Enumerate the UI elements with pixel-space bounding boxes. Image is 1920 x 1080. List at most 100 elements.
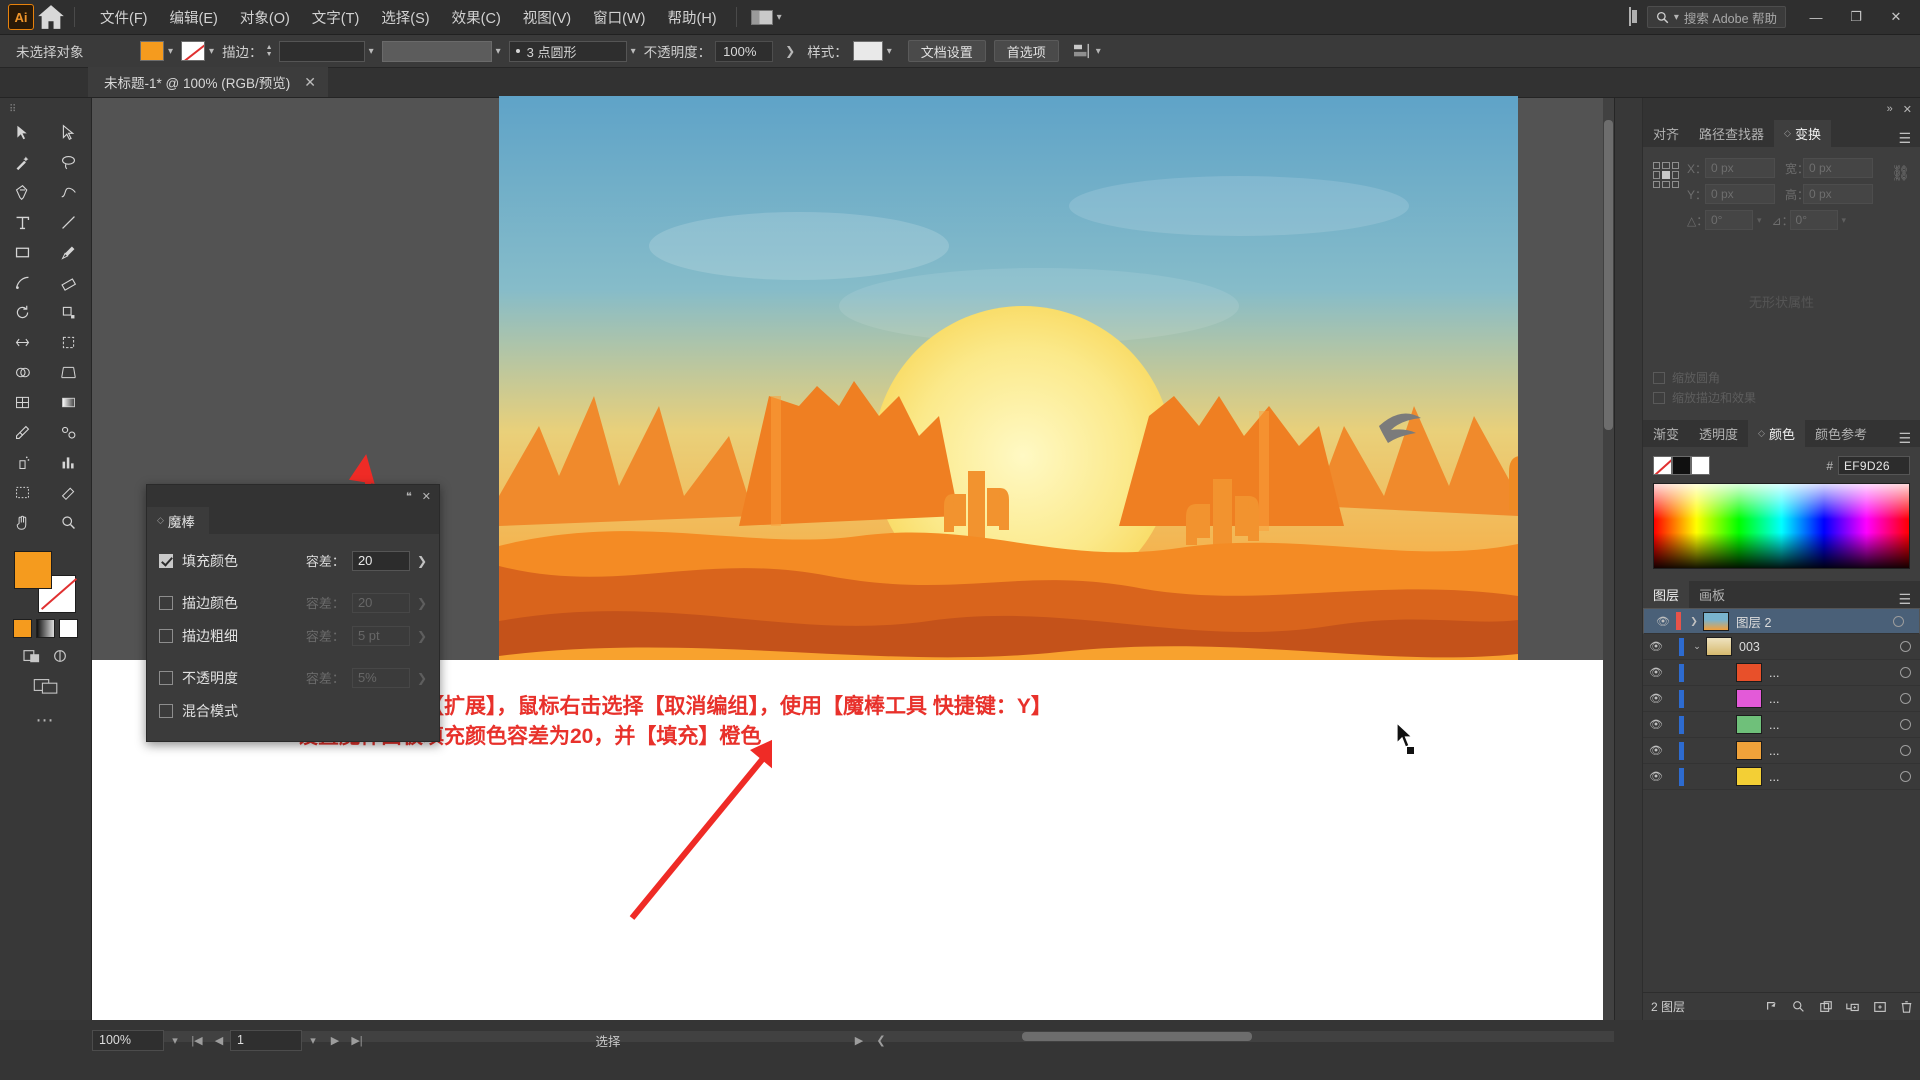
paintbrush-tool[interactable]: [46, 237, 92, 267]
tab-color[interactable]: ◇ 颜色: [1748, 420, 1805, 447]
tolerance-slider-arrow-fill[interactable]: ❯: [417, 554, 427, 568]
panel-collapse-icon[interactable]: »: [1887, 103, 1893, 115]
menu-help[interactable]: 帮助(H): [656, 3, 727, 32]
hex-input[interactable]: EF9D26: [1838, 456, 1910, 475]
line-segment-tool[interactable]: [46, 207, 92, 237]
tab-color-guide[interactable]: 颜色参考: [1805, 420, 1877, 447]
delete-layer-icon[interactable]: [1893, 993, 1920, 1021]
vertical-scrollbar-thumb[interactable]: [1604, 120, 1613, 430]
rectangle-tool[interactable]: [0, 237, 46, 267]
row-fill-color[interactable]: 填充颜色 容差： 20 ❯: [159, 544, 427, 577]
free-transform-tool[interactable]: [46, 327, 92, 357]
rotate-tool[interactable]: [0, 297, 46, 327]
next-artboard-button[interactable]: ▶: [324, 1030, 346, 1051]
minimize-button[interactable]: —: [1796, 0, 1836, 35]
scale-corners-option[interactable]: 缩放圆角: [1653, 369, 1910, 386]
menu-object[interactable]: 对象(O): [229, 3, 301, 32]
curvature-tool[interactable]: [46, 177, 92, 207]
blend-tool[interactable]: [46, 417, 92, 447]
tolerance-slider-arrow-opacity[interactable]: ❯: [417, 671, 427, 685]
layer-row-2[interactable]: 👁 ...: [1643, 660, 1920, 686]
twirl-icon[interactable]: ❯: [1685, 616, 1703, 627]
target-icon[interactable]: [1890, 719, 1920, 730]
stroke-weight-field[interactable]: [278, 40, 365, 62]
first-artboard-button[interactable]: |◀: [186, 1030, 208, 1051]
panel-menu-icon[interactable]: ☰: [1898, 591, 1920, 608]
chevron-down-icon[interactable]: ▾: [1842, 215, 1847, 226]
ref-pt-tr[interactable]: [1671, 162, 1679, 170]
ref-pt-tc[interactable]: [1662, 162, 1670, 170]
magic-wand-tool[interactable]: [0, 147, 46, 177]
selection-tool[interactable]: [0, 117, 46, 147]
checkbox-fill-color[interactable]: [159, 553, 173, 568]
preferences-button[interactable]: 首选项: [993, 40, 1059, 62]
ref-pt-ml[interactable]: [1653, 171, 1661, 179]
chevron-down-icon[interactable]: ▾: [209, 46, 214, 57]
link-broken-icon[interactable]: ⛓: [1891, 164, 1910, 182]
y-input[interactable]: 0 px: [1705, 184, 1775, 204]
chevron-down-icon[interactable]: ▾: [164, 1030, 186, 1051]
status-tool-arrow[interactable]: ▶: [848, 1030, 870, 1051]
panel-collapse-icon[interactable]: ❝: [406, 490, 412, 503]
checkbox-scale-corners[interactable]: [1653, 371, 1665, 384]
x-input[interactable]: 0 px: [1705, 158, 1775, 178]
none-swatch-icon[interactable]: [59, 619, 78, 638]
checkbox-blending-mode[interactable]: [159, 703, 173, 718]
slice-tool[interactable]: [46, 477, 92, 507]
target-icon[interactable]: [1890, 667, 1920, 678]
ref-pt-br[interactable]: [1671, 180, 1679, 188]
pen-tool[interactable]: [0, 177, 46, 207]
chevron-down-icon[interactable]: ▾: [369, 46, 374, 57]
tab-magic-wand[interactable]: ◇ 魔棒: [147, 507, 209, 534]
checkbox-opacity[interactable]: [159, 670, 173, 685]
layer-name[interactable]: ...: [1769, 718, 1890, 732]
row-blending-mode[interactable]: 混合模式: [159, 694, 427, 727]
chevron-down-icon[interactable]: ▾: [168, 46, 173, 57]
eyedropper-tool[interactable]: [0, 417, 46, 447]
target-icon[interactable]: [1890, 693, 1920, 704]
type-tool[interactable]: [0, 207, 46, 237]
close-button[interactable]: ✕: [1876, 0, 1916, 35]
ref-pt-center[interactable]: [1662, 171, 1670, 179]
layer-name[interactable]: ...: [1769, 666, 1890, 680]
symbol-sprayer-tool[interactable]: [0, 447, 46, 477]
panel-toggle-button[interactable]: [1619, 7, 1641, 26]
none-swatch-icon[interactable]: [1653, 456, 1672, 475]
menu-edit[interactable]: 编辑(E): [159, 3, 229, 32]
search-icon[interactable]: [1785, 993, 1812, 1021]
row-stroke-weight[interactable]: 描边粗细 容差： 5 pt ❯: [159, 619, 427, 652]
shear-input[interactable]: 0°: [1789, 210, 1838, 230]
ref-pt-tl[interactable]: [1653, 162, 1661, 170]
black-swatch-icon[interactable]: [1672, 456, 1691, 475]
gradient-tool[interactable]: [46, 387, 92, 417]
ref-pt-bl[interactable]: [1653, 180, 1661, 188]
document-tab[interactable]: 未标题-1* @ 100% (RGB/预览) ✕: [88, 67, 328, 97]
tab-artboards[interactable]: 画板: [1689, 581, 1735, 608]
layer-row-4[interactable]: 👁 ...: [1643, 712, 1920, 738]
panel-close-icon[interactable]: ✕: [1903, 103, 1912, 116]
tolerance-input-stroke-color[interactable]: 20: [351, 592, 410, 613]
opacity-options-arrow[interactable]: ❯: [785, 44, 795, 58]
checkbox-scale-strokes[interactable]: [1653, 391, 1665, 404]
home-icon[interactable]: [34, 0, 68, 35]
color-spectrum[interactable]: [1653, 483, 1910, 569]
tolerance-input-opacity[interactable]: 5%: [351, 667, 410, 688]
scale-strokes-option[interactable]: 缩放描边和效果: [1653, 389, 1910, 406]
layer-row-6[interactable]: 👁 ...: [1643, 764, 1920, 790]
make-clipping-mask-icon[interactable]: [1812, 993, 1839, 1021]
target-icon[interactable]: [1890, 641, 1920, 652]
screen-mode-icon[interactable]: [51, 648, 69, 664]
new-layer-icon[interactable]: [1866, 993, 1893, 1021]
shape-builder-tool[interactable]: [0, 357, 46, 387]
eye-icon[interactable]: 👁: [1650, 615, 1676, 628]
document-setup-button[interactable]: 文档设置: [907, 40, 986, 62]
toolbar-grip[interactable]: ⠿: [0, 104, 91, 115]
artboard-tool[interactable]: [0, 477, 46, 507]
chevron-down-icon[interactable]: ▾: [631, 46, 636, 57]
chevron-down-icon[interactable]: ▾: [1757, 215, 1762, 226]
tolerance-input-stroke-weight[interactable]: 5 pt: [351, 625, 410, 646]
artboard[interactable]: [499, 96, 1518, 741]
eraser-tool[interactable]: [46, 267, 92, 297]
brush-definition[interactable]: 3 点圆形: [508, 40, 627, 62]
eye-icon[interactable]: 👁: [1643, 744, 1669, 757]
